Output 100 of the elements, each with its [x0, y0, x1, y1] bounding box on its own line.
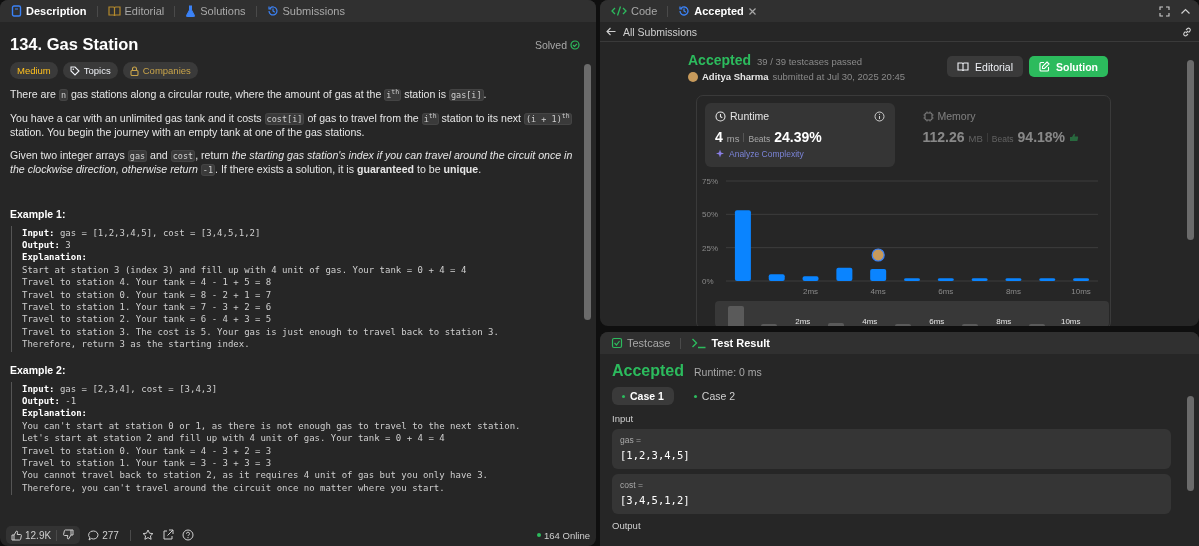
axis-label: 8ms — [1005, 287, 1021, 296]
document-icon — [11, 5, 22, 17]
analyze-complexity-link[interactable]: Analyze Complexity — [715, 149, 804, 159]
navigator-bar — [727, 305, 744, 326]
variable-value: [1,2,3,4,5] — [620, 449, 691, 461]
book-icon — [957, 61, 970, 72]
bar[interactable] — [904, 278, 920, 281]
axis-label: 50% — [702, 210, 718, 220]
metric-label: Runtime — [730, 110, 770, 122]
bar[interactable] — [1005, 278, 1022, 281]
tag-icon — [69, 65, 80, 76]
unit-label: ms — [726, 133, 740, 144]
axis-label: 6ms — [938, 287, 954, 296]
fullscreen-icon[interactable] — [1159, 5, 1170, 17]
help-icon[interactable] — [181, 529, 194, 541]
example-line: Travel to station 0. Your tank = 4 - 3 + 2 = 3 — [22, 444, 273, 457]
tag-button[interactable]: Topics — [62, 62, 118, 79]
range-navigator[interactable]: 2ms 4ms 6ms 8ms 10ms — [715, 301, 1109, 326]
online-dot — [537, 533, 542, 537]
metric-label: Memory — [937, 110, 976, 122]
beats-label: Beats — [748, 134, 771, 144]
axis-label: 10ms — [1071, 287, 1091, 296]
bar[interactable] — [870, 269, 887, 281]
book-icon — [107, 5, 121, 17]
editorial-button[interactable]: Editorial — [947, 56, 1023, 77]
bar[interactable] — [937, 278, 954, 281]
bar[interactable] — [768, 274, 785, 281]
tab[interactable]: Description — [8, 0, 90, 22]
comments-button[interactable]: 277 — [88, 529, 119, 541]
axis-label: 0% — [702, 277, 714, 286]
bar[interactable] — [802, 276, 819, 281]
tab[interactable]: Solutions — [182, 0, 249, 22]
lock-icon — [129, 65, 139, 76]
bar[interactable] — [971, 278, 988, 281]
bar[interactable] — [1039, 278, 1056, 281]
example-line: Travel to station 0. Your tank = 8 - 2 + 1 = 7 — [22, 288, 273, 301]
share-icon[interactable] — [161, 529, 174, 541]
info-icon[interactable] — [873, 110, 885, 122]
chip-icon — [922, 110, 934, 122]
flask-icon — [185, 5, 197, 17]
arrow-left-icon — [606, 27, 616, 36]
online-count: 164 Online — [544, 529, 590, 541]
comment-icon — [88, 529, 100, 541]
difficulty-tag[interactable]: Medium — [10, 62, 58, 79]
code-icon — [611, 5, 627, 17]
bar[interactable] — [734, 210, 751, 281]
example-line: Travel to station 1. Your tank = 3 - 3 + 3 = 3 — [22, 457, 273, 470]
case-tab[interactable]: Case 2 — [683, 387, 746, 405]
variable-name: cost = — [620, 480, 644, 490]
example-line: Let's start at station 2 and fill up with 4 unit of gas. Your tank = 0 + 4 = 4 — [22, 432, 446, 445]
tab[interactable]: Submissions — [263, 0, 348, 22]
example-line: Output: 3 — [22, 238, 72, 252]
back-link[interactable]: All Submissions — [606, 25, 698, 38]
example-line: Travel to station 2. Your tank = 6 - 4 + 3 = 5 — [22, 313, 273, 326]
section-label: Output — [612, 520, 642, 531]
link-icon[interactable] — [1181, 25, 1193, 38]
example-heading: Example 1: — [10, 207, 67, 220]
case-tab[interactable]: Case 1 — [612, 387, 674, 405]
axis-label: 6ms — [929, 317, 945, 326]
result-status: Accepted — [612, 362, 685, 380]
example-line: Travel to station 3. The cost is 5. Your gas is just enough to travel back to station 3. — [22, 325, 500, 339]
example-line: You can't start at station 0 or 1, as there is not enough gas to travel to the next station. — [22, 419, 522, 433]
submitted-time: submitted at Jul 30, 2025 20:45 — [772, 71, 906, 82]
beats-value: 94.18% — [1017, 129, 1066, 145]
clock-icon — [715, 110, 726, 122]
axis-label: 4ms — [870, 287, 886, 296]
axis-label: 8ms — [996, 317, 1012, 326]
example-line: You cannot travel back to station 2, as it requires 4 unit of gas but you only have 3. — [22, 469, 489, 482]
sparkle-icon — [715, 149, 725, 159]
example-line: Output: -1 — [22, 394, 78, 408]
history-icon — [678, 5, 691, 17]
tab[interactable]: Editorial — [104, 0, 168, 22]
axis-label: 10ms — [1060, 317, 1081, 326]
axis-label: 25% — [702, 243, 718, 253]
axis-label: 4ms — [862, 317, 878, 326]
star-icon[interactable] — [141, 529, 154, 541]
tab[interactable]: Code — [608, 0, 661, 22]
axis-label: 2ms — [795, 317, 811, 326]
tab[interactable]: Test Result — [688, 332, 773, 354]
variable-name: gas = — [620, 435, 643, 445]
example-line: Start at station 3 (index 3) and fill up with 4 unit of gas. Your tank = 0 + 4 = 4 — [22, 263, 468, 277]
tab[interactable]: Accepted — [675, 0, 760, 22]
description-paragraph: You have a car with an unlimited gas tank and it costs cost[i] of gas to travel from the i$^{th}$ station to its next (i + 1)$^{th}$ station. You begin the journey with an empty tank at one of the gas stations. — [10, 111, 573, 140]
axis-label: 75% — [702, 177, 718, 186]
avatar-marker — [871, 248, 885, 262]
scrollbar-thumb[interactable] — [584, 64, 591, 320]
metric-value: 4 — [715, 129, 723, 145]
edit-icon — [1039, 61, 1050, 72]
bar[interactable] — [1073, 278, 1090, 281]
example-line: Input: gas = [2,3,4], cost = [3,4,3] — [22, 382, 219, 395]
axis-label: 2ms — [803, 287, 819, 296]
example-line: Therefore, return 3 as the starting index. — [22, 338, 251, 351]
example-line: Travel to station 4. Your tank = 4 - 1 + 5 = 8 — [22, 276, 273, 289]
thumbs-up-icon — [1069, 133, 1080, 142]
status-label: Solved — [534, 38, 567, 51]
tab[interactable]: Testcase — [608, 332, 674, 354]
tag-button[interactable]: Companies — [122, 62, 198, 79]
bar[interactable] — [836, 267, 853, 281]
scrollbar-thumb[interactable] — [1187, 396, 1194, 491]
scrollbar-thumb[interactable] — [1187, 60, 1194, 240]
